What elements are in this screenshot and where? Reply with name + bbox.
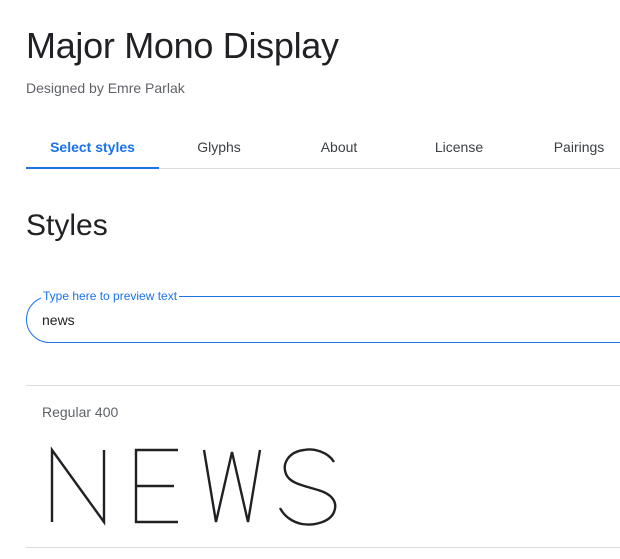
tab-bar: Select styles Glyphs About License Pairi… (26, 126, 620, 169)
preview-text-field[interactable]: Type here to preview text (26, 288, 620, 343)
style-name: Regular 400 (42, 404, 119, 420)
specimen-glyph-s (278, 448, 337, 526)
tab-glyphs[interactable]: Glyphs (159, 126, 279, 168)
specimen-glyph-w (202, 449, 262, 523)
font-title: Major Mono Display (26, 25, 339, 66)
tab-pairings[interactable]: Pairings (519, 126, 620, 168)
style-specimen[interactable] (44, 438, 344, 528)
specimen-glyph-e (134, 448, 178, 524)
specimen-glyphs (50, 446, 337, 526)
divider (26, 547, 620, 548)
preview-text-input[interactable] (42, 309, 542, 331)
divider (26, 385, 620, 386)
tab-select-styles[interactable]: Select styles (26, 126, 159, 169)
preview-field-label: Type here to preview text (41, 288, 180, 304)
specimen-glyph-n (50, 446, 106, 526)
styles-heading: Styles (26, 209, 108, 242)
tab-about[interactable]: About (279, 126, 399, 168)
tab-license[interactable]: License (399, 126, 519, 168)
designer-credit: Designed by Emre Parlak (26, 80, 185, 96)
